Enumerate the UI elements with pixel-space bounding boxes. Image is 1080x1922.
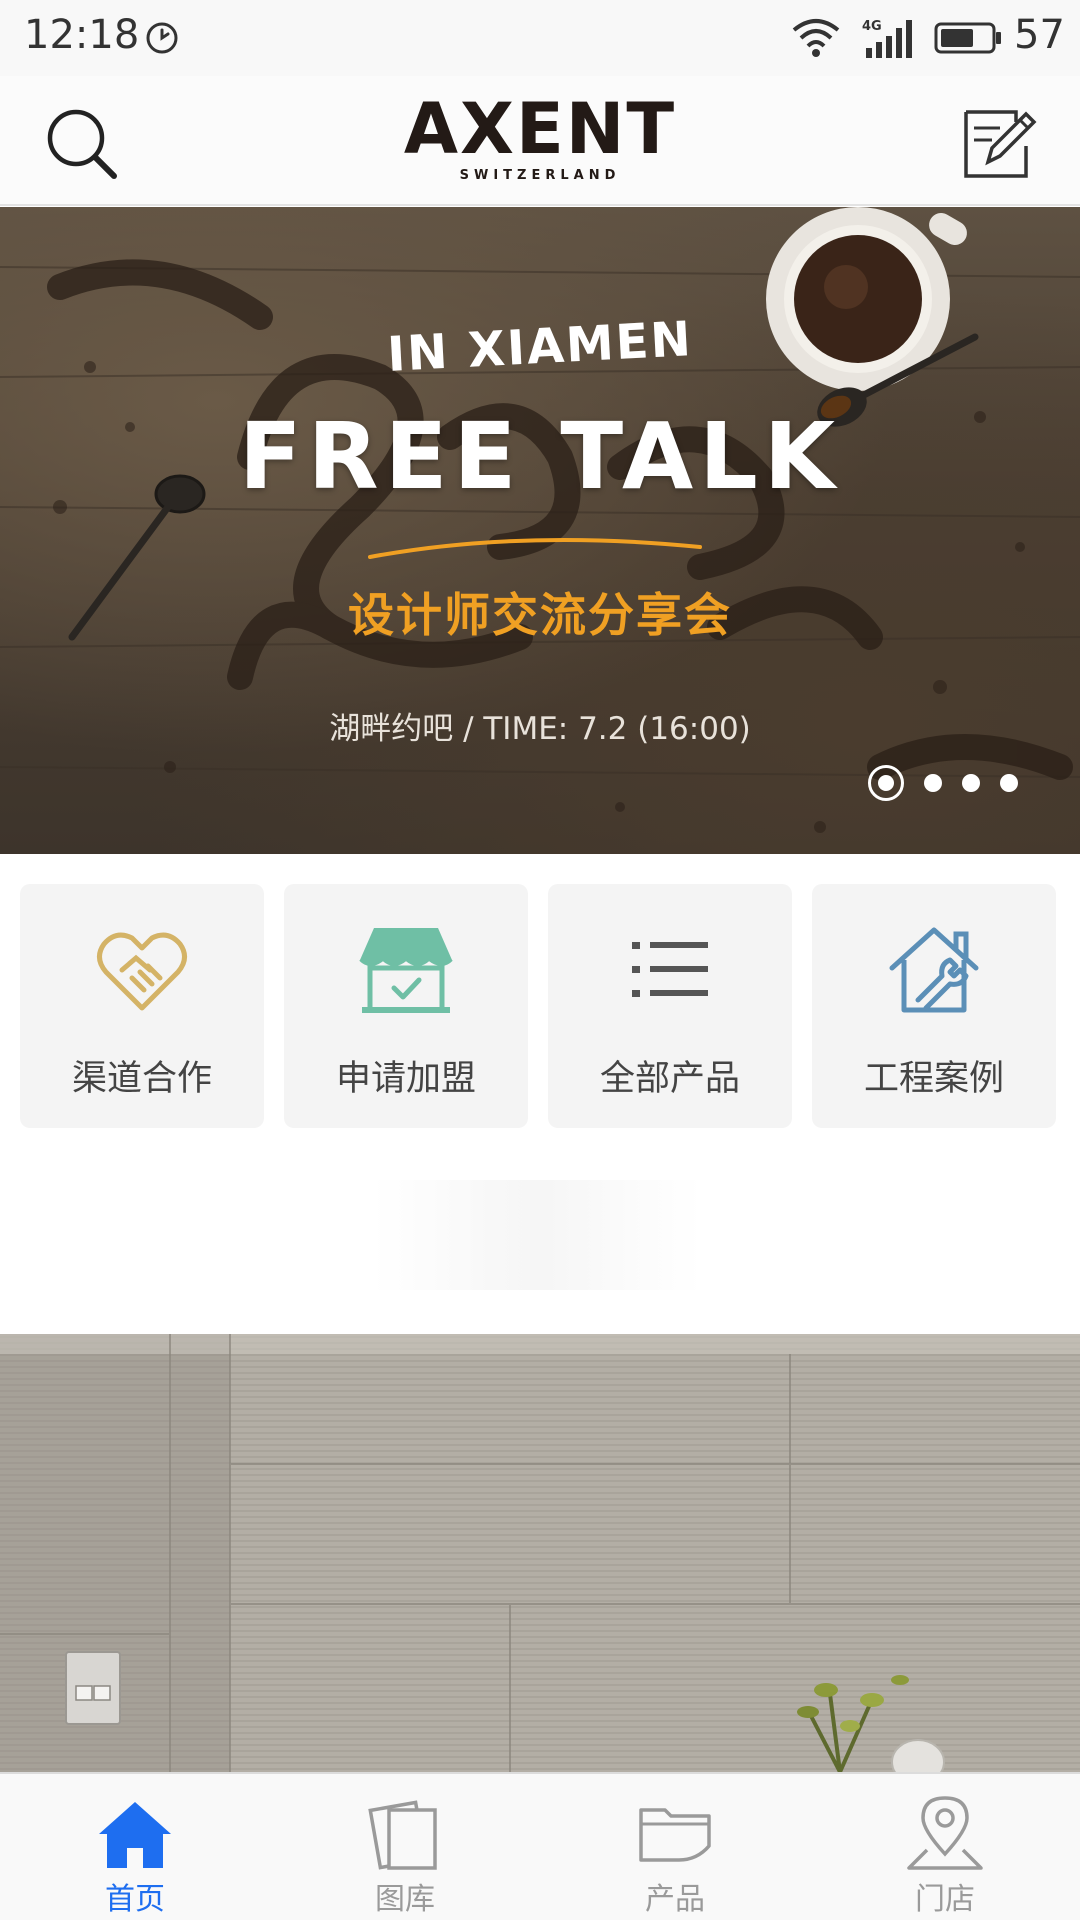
gallery-icon <box>368 1800 437 1870</box>
status-bar: 12:18 4G 57 <box>0 0 1080 76</box>
storefront-check-icon <box>359 928 453 1013</box>
quick-entry-all-products[interactable]: 全部产品 <box>548 884 792 1128</box>
nav-label: 门店 <box>915 1882 975 1917</box>
quick-entry-apply-franchise[interactable]: 申请加盟 <box>284 884 528 1128</box>
carousel-dot-4[interactable] <box>1000 774 1018 792</box>
carousel-dot-3[interactable] <box>962 774 980 792</box>
home-icon <box>99 1802 171 1868</box>
app-header: AXENT SWITZERLAND <box>0 76 1080 206</box>
handshake-heart-icon <box>97 932 187 1011</box>
quick-entry-label: 全部产品 <box>599 1059 740 1099</box>
brand-name: AXENT <box>403 88 677 170</box>
banner-title: FREE TALK <box>238 403 842 510</box>
quick-entry-label: 工程案例 <box>863 1059 1004 1099</box>
nav-label: 首页 <box>105 1882 165 1917</box>
search-icon[interactable] <box>40 102 124 186</box>
nav-label: 图库 <box>375 1882 435 1917</box>
flush-plate <box>65 1651 121 1725</box>
network-type: 4G <box>862 19 882 34</box>
list-icon <box>632 942 708 997</box>
featured-product-image[interactable] <box>0 1334 1080 1772</box>
loading-placeholder <box>372 1180 702 1290</box>
brand-logo: AXENT SWITZERLAND <box>380 92 700 202</box>
quick-entry-channel-cooperation[interactable]: 渠道合作 <box>20 884 264 1128</box>
quick-entry-label: 申请加盟 <box>335 1059 476 1099</box>
clock-icon <box>146 22 178 54</box>
signal-icon: 4G <box>862 19 912 58</box>
nav-home[interactable]: 首页 <box>0 1774 270 1922</box>
product-folder-icon <box>639 1808 711 1862</box>
promo-banner[interactable]: IN XIAMEN FREE TALK 设计师交流分享会 湖畔约吧 / TIME… <box>0 207 1080 854</box>
carousel-indicator <box>868 763 1018 803</box>
banner-chinese-title: 设计师交流分享会 <box>348 588 732 642</box>
quick-entry-project-cases[interactable]: 工程案例 <box>812 884 1056 1128</box>
carousel-dot-2[interactable] <box>924 774 942 792</box>
carousel-dot-1[interactable] <box>868 765 904 801</box>
nav-products[interactable]: 产品 <box>540 1774 810 1922</box>
quick-entry-label: 渠道合作 <box>71 1059 212 1099</box>
nav-stores[interactable]: 门店 <box>810 1774 1080 1922</box>
house-wrench-icon <box>889 927 979 1013</box>
nav-label: 产品 <box>645 1882 705 1917</box>
battery-icon <box>934 22 1001 54</box>
battery-percent: 57 <box>1014 12 1065 58</box>
wifi-icon <box>792 19 840 57</box>
bottom-navigation: 首页 图库 产品 门店 <box>0 1772 1080 1920</box>
nav-gallery[interactable]: 图库 <box>270 1774 540 1922</box>
quick-entry-grid: 渠道合作 申请加盟 全部产品 工程案例 <box>20 884 1060 1128</box>
banner-event-info: 湖畔约吧 / TIME: 7.2 (16:00) <box>329 711 751 747</box>
status-time: 12:18 <box>24 12 140 58</box>
edit-icon[interactable] <box>956 102 1040 186</box>
brand-subtitle: SWITZERLAND <box>459 168 621 183</box>
bathroom-scene-art <box>0 1334 1080 1772</box>
location-pin-icon <box>907 1796 983 1870</box>
